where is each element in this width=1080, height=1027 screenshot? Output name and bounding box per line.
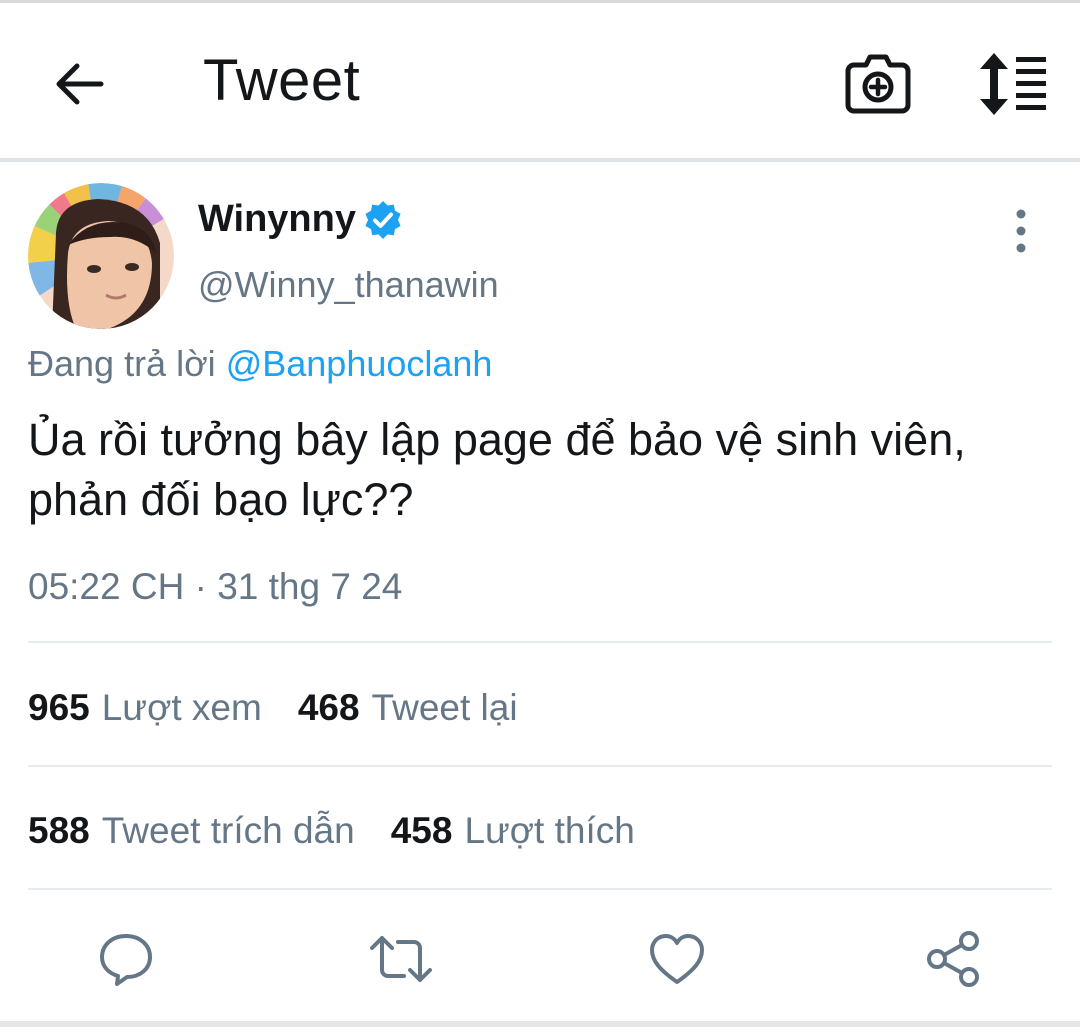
tweet-text-line: Ủa rồi tưởng bây lập page để bảo vệ sinh… bbox=[28, 414, 966, 465]
reply-context: Đang trả lời @Banphuoclanh bbox=[28, 343, 492, 385]
camera-button[interactable] bbox=[840, 47, 916, 123]
reply-mention-link[interactable]: @Banphuoclanh bbox=[226, 343, 493, 384]
back-button[interactable] bbox=[44, 49, 114, 119]
quotes-label: Tweet trích dẫn bbox=[101, 810, 355, 851]
divider bbox=[28, 641, 1052, 643]
stats-row: 965 Lượt xem 468 Tweet lại bbox=[28, 687, 554, 729]
tweet-text: Ủa rồi tưởng bây lập page để bảo vệ sinh… bbox=[28, 410, 1068, 530]
reply-button[interactable] bbox=[90, 923, 162, 995]
arrow-left-icon bbox=[56, 63, 104, 105]
more-options-button[interactable] bbox=[1000, 206, 1042, 258]
reply-prefix: Đang trả lời bbox=[28, 343, 216, 384]
tweet-text-line: phản đối bạo lực?? bbox=[28, 474, 414, 525]
views-count: 965 bbox=[28, 687, 90, 728]
more-vertical-icon bbox=[1016, 209, 1026, 253]
like-button[interactable] bbox=[641, 923, 713, 995]
author-name-row[interactable]: Winynny bbox=[198, 198, 404, 241]
reply-icon bbox=[100, 934, 152, 986]
sort-button[interactable] bbox=[972, 49, 1052, 119]
likes-stat[interactable]: 458 Lượt thích bbox=[391, 810, 635, 852]
page-title: Tweet bbox=[203, 48, 361, 113]
user-handle[interactable]: @Winny_thanawin bbox=[198, 264, 499, 306]
quotes-stat[interactable]: 588 Tweet trích dẫn bbox=[28, 810, 355, 852]
share-icon bbox=[927, 931, 979, 987]
retweets-count: 468 bbox=[297, 687, 360, 728]
views-label: Lượt xem bbox=[101, 687, 262, 728]
likes-label: Lượt thích bbox=[464, 810, 635, 851]
top-app-bar: Tweet bbox=[0, 3, 1080, 159]
stats-row: 588 Tweet trích dẫn 458 Lượt thích bbox=[28, 810, 671, 852]
tweet-timestamp[interactable]: 05:22 CH · 31 thg 7 24 bbox=[28, 566, 402, 608]
avatar[interactable] bbox=[28, 183, 174, 329]
views-stat[interactable]: 965 Lượt xem bbox=[28, 687, 262, 729]
likes-count: 458 bbox=[390, 810, 453, 851]
bottom-divider bbox=[0, 1021, 1080, 1027]
retweet-button[interactable] bbox=[365, 923, 437, 995]
divider bbox=[28, 888, 1052, 890]
share-button[interactable] bbox=[917, 923, 989, 995]
retweets-stat[interactable]: 468 Tweet lại bbox=[298, 687, 518, 729]
action-bar bbox=[0, 915, 1080, 1005]
like-icon bbox=[650, 934, 704, 984]
divider bbox=[28, 765, 1052, 767]
header-divider bbox=[0, 158, 1080, 162]
retweet-icon bbox=[370, 936, 432, 982]
camera-add-icon bbox=[845, 54, 911, 114]
sort-list-icon bbox=[980, 53, 1046, 115]
display-name[interactable]: Winynny bbox=[198, 198, 356, 241]
avatar-image bbox=[28, 183, 174, 329]
quotes-count: 588 bbox=[28, 810, 90, 851]
retweets-label: Tweet lại bbox=[371, 687, 518, 728]
verified-badge-icon bbox=[365, 200, 401, 239]
